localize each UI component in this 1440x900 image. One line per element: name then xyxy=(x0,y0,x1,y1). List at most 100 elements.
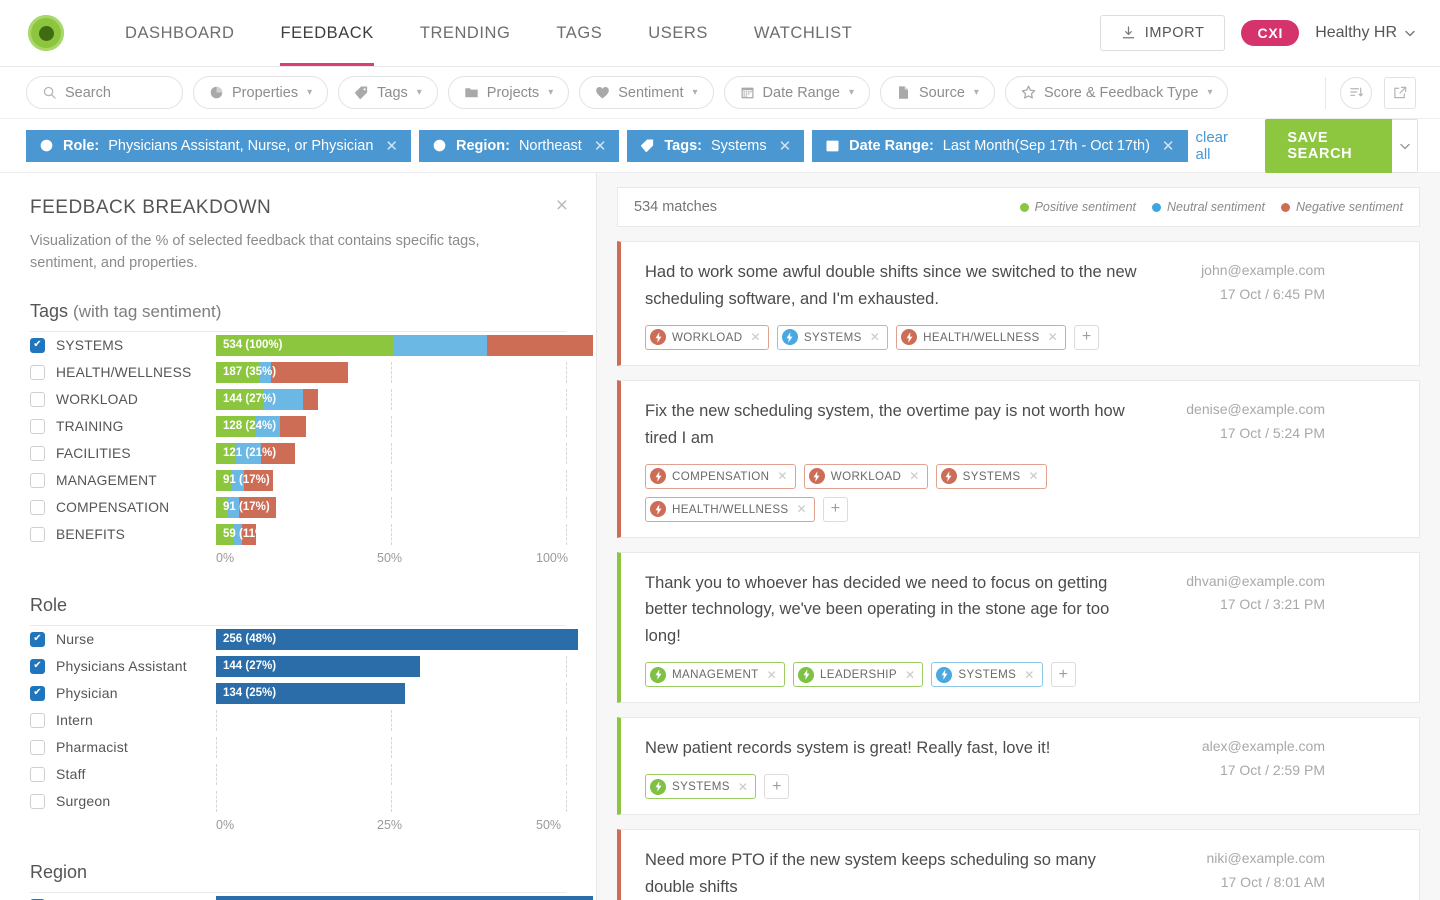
save-search-dropdown-toggle[interactable] xyxy=(1392,119,1418,173)
nav-item-trending[interactable]: TRENDING xyxy=(397,0,534,66)
checkbox-facilities[interactable] xyxy=(30,446,45,461)
close-icon[interactable]: ✕ xyxy=(905,668,915,682)
feedback-tag-health-wellness[interactable]: HEALTH/WELLNESS✕ xyxy=(645,497,815,522)
feedback-tag-workload[interactable]: WORKLOAD✕ xyxy=(804,464,928,489)
chart-bar[interactable]: 121 (21%) xyxy=(216,443,295,464)
close-icon[interactable]: ✕ xyxy=(594,137,607,155)
chart-bar[interactable]: 256 (48%) xyxy=(216,629,578,650)
checkbox-workload[interactable] xyxy=(30,392,45,407)
checkbox-physician[interactable] xyxy=(30,686,45,701)
filter-pill-source[interactable]: Source▾ xyxy=(880,76,995,109)
feedback-tag-workload[interactable]: WORKLOAD✕ xyxy=(645,325,769,350)
add-tag-button[interactable]: + xyxy=(1074,325,1099,350)
nav-item-feedback[interactable]: FEEDBACK xyxy=(257,0,396,66)
chart-gridline xyxy=(566,656,567,677)
chart-bar[interactable]: 59 (11%) xyxy=(216,524,256,545)
add-tag-button[interactable]: + xyxy=(823,497,848,522)
checkbox-pharmacist[interactable] xyxy=(30,740,45,755)
filter-pill-sentiment[interactable]: Sentiment▾ xyxy=(579,76,713,109)
close-icon[interactable]: ✕ xyxy=(1029,469,1039,483)
chart-row-track: 59 (11%) xyxy=(216,524,566,545)
nav-item-watchlist[interactable]: WATCHLIST xyxy=(731,0,875,66)
close-icon[interactable]: ✕ xyxy=(1162,137,1175,155)
add-tag-button[interactable]: + xyxy=(1051,662,1076,687)
filter-chip-role[interactable]: Role:Physicians Assistant, Nurse, or Phy… xyxy=(26,130,411,162)
checkbox-training[interactable] xyxy=(30,419,45,434)
feedback-card[interactable]: Had to work some awful double shifts sin… xyxy=(617,241,1420,366)
clear-all-link[interactable]: clear all xyxy=(1196,129,1238,163)
feedback-tag-leadership[interactable]: LEADERSHIP✕ xyxy=(793,662,923,687)
cxi-badge[interactable]: CXI xyxy=(1241,20,1299,46)
feedback-tag-health-wellness[interactable]: HEALTH/WELLNESS✕ xyxy=(896,325,1066,350)
close-icon[interactable]: ✕ xyxy=(777,469,787,483)
feedback-tag-systems[interactable]: SYSTEMS✕ xyxy=(936,464,1047,489)
feedback-tag-systems[interactable]: SYSTEMS✕ xyxy=(931,662,1042,687)
chart-bar[interactable]: 534 (100%) xyxy=(216,896,593,900)
nav-item-users[interactable]: USERS xyxy=(625,0,731,66)
chart-bar[interactable]: 144 (27%) xyxy=(216,656,420,677)
filter-pill-score-feedback-type[interactable]: Score & Feedback Type▾ xyxy=(1005,76,1229,109)
chart-bar[interactable]: 187 (35%) xyxy=(216,362,348,383)
account-menu[interactable]: Healthy HR xyxy=(1315,24,1416,42)
feedback-author-email: denise@example.com xyxy=(1155,398,1325,422)
close-icon[interactable]: ✕ xyxy=(797,502,807,516)
feedback-card[interactable]: Thank you to whoever has decided we need… xyxy=(617,552,1420,704)
heart-icon xyxy=(595,85,610,100)
chart-bar[interactable]: 128 (24%) xyxy=(216,416,306,437)
chart-bar[interactable]: 91 (17%) xyxy=(216,470,273,491)
close-icon[interactable]: ✕ xyxy=(1024,668,1034,682)
sort-descending-icon[interactable] xyxy=(1340,77,1372,109)
checkbox-surgeon[interactable] xyxy=(30,794,45,809)
feedback-tag-compensation[interactable]: COMPENSATION✕ xyxy=(645,464,796,489)
feedback-text: Had to work some awful double shifts sin… xyxy=(645,259,1139,313)
feedback-tag-management[interactable]: MANAGEMENT✕ xyxy=(645,662,785,687)
save-search-button[interactable]: SAVE SEARCH xyxy=(1265,119,1392,173)
filter-pill-projects[interactable]: Projects▾ xyxy=(448,76,569,109)
close-icon[interactable]: ✕ xyxy=(385,137,398,155)
checkbox-staff[interactable] xyxy=(30,767,45,782)
export-icon[interactable] xyxy=(1384,77,1416,109)
add-tag-button[interactable]: + xyxy=(764,774,789,799)
checkbox-systems[interactable] xyxy=(30,338,45,353)
chart-bar[interactable]: 534 (100%) xyxy=(216,335,593,356)
filter-chip-region[interactable]: Region:Northeast✕ xyxy=(419,130,619,162)
close-icon[interactable]: ✕ xyxy=(750,330,760,344)
checkbox-compensation[interactable] xyxy=(30,500,45,515)
nav-item-dashboard[interactable]: DASHBOARD xyxy=(102,0,257,66)
chart-bar[interactable]: 134 (25%) xyxy=(216,683,405,704)
filter-pill-tags[interactable]: Tags▾ xyxy=(338,76,438,109)
feedback-tag-systems[interactable]: SYSTEMS✕ xyxy=(777,325,888,350)
close-icon[interactable]: ✕ xyxy=(738,780,748,794)
close-icon[interactable]: × xyxy=(556,195,568,216)
feedback-card[interactable]: New patient records system is great! Rea… xyxy=(617,717,1420,815)
close-icon[interactable]: ✕ xyxy=(1048,330,1058,344)
chevron-down-icon xyxy=(1399,140,1411,152)
close-icon[interactable]: ✕ xyxy=(909,469,919,483)
chart-row-label: Intern xyxy=(56,712,216,728)
nav-item-tags[interactable]: TAGS xyxy=(533,0,625,66)
checkbox-benefits[interactable] xyxy=(30,527,45,542)
checkbox-management[interactable] xyxy=(30,473,45,488)
chart-bar[interactable]: 91 (17%) xyxy=(216,497,276,518)
close-icon[interactable]: ✕ xyxy=(767,668,777,682)
close-icon[interactable]: ✕ xyxy=(779,137,792,155)
chart-bar[interactable]: 144 (27%) xyxy=(216,389,318,410)
feedback-tag-systems[interactable]: SYSTEMS✕ xyxy=(645,774,756,799)
filter-pill-date-range[interactable]: Date Range▾ xyxy=(724,76,870,109)
filter-chip-tags[interactable]: Tags:Systems✕ xyxy=(627,130,804,162)
close-icon[interactable]: ✕ xyxy=(870,330,880,344)
checkbox-physicians-assistant[interactable] xyxy=(30,659,45,674)
cxi-logo[interactable] xyxy=(28,15,64,51)
search-input[interactable]: Search xyxy=(26,76,183,109)
checkbox-intern[interactable] xyxy=(30,713,45,728)
feedback-card[interactable]: Fix the new scheduling system, the overt… xyxy=(617,380,1420,538)
chart-row: COMPENSATION91 (17%) xyxy=(30,494,566,521)
chart-row: WORKLOAD144 (27%) xyxy=(30,386,566,413)
checkbox-nurse[interactable] xyxy=(30,632,45,647)
checkbox-health-wellness[interactable] xyxy=(30,365,45,380)
feedback-author-email: john@example.com xyxy=(1155,259,1325,283)
import-button[interactable]: IMPORT xyxy=(1100,15,1226,51)
filter-chip-date-range[interactable]: Date Range:Last Month(Sep 17th - Oct 17t… xyxy=(812,130,1187,162)
feedback-card[interactable]: Need more PTO if the new system keeps sc… xyxy=(617,829,1420,900)
filter-pill-properties[interactable]: Properties▾ xyxy=(193,76,328,109)
